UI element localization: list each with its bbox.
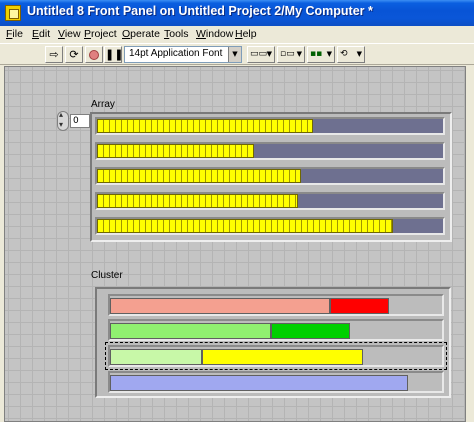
array-container[interactable] <box>90 112 452 242</box>
pause-button[interactable]: ❚❚ <box>104 46 124 63</box>
chevron-down-icon: ▼ <box>356 50 362 58</box>
cluster-label: Cluster <box>91 270 123 281</box>
distribute-icon: ▫▭ <box>280 49 295 59</box>
menu-project[interactable]: Project <box>84 28 117 40</box>
resize-icon: ▪▪ <box>310 49 323 59</box>
menu-file[interactable]: File <box>6 28 23 40</box>
chevron-down-icon: ▼ <box>228 47 241 62</box>
front-panel[interactable]: Array 0 Cluster <box>4 66 466 422</box>
run-continuously-button[interactable]: ⟳ <box>65 46 83 63</box>
array-label: Array <box>91 99 115 110</box>
slide-fill <box>97 169 301 183</box>
cluster-slide[interactable] <box>108 319 444 341</box>
reorder-button[interactable]: ⟲ ▼ <box>337 46 365 63</box>
align-icon: ▭▭ <box>250 49 268 59</box>
menu-help[interactable]: Help <box>235 28 257 40</box>
cluster-container[interactable] <box>95 287 451 398</box>
window-title: Untitled 8 Front Panel on Untitled Proje… <box>27 4 373 18</box>
slide-segment <box>110 375 408 391</box>
array-index-value[interactable]: 0 <box>70 114 90 128</box>
index-increment-decrement[interactable] <box>57 110 69 131</box>
array-slide[interactable] <box>95 167 445 185</box>
run-arrow-icon: ⇨ <box>49 48 59 61</box>
array-slide[interactable] <box>95 217 445 235</box>
align-objects-button[interactable]: ▭▭ ▼ <box>247 46 275 63</box>
slide-fill <box>97 119 313 133</box>
slide-segment <box>330 298 389 314</box>
menu-operate[interactable]: Operate <box>122 28 160 40</box>
font-select[interactable]: 14pt Application Font ▼ <box>124 46 242 63</box>
array-index-control[interactable]: 0 <box>57 110 91 131</box>
pause-icon: ❚❚ <box>105 48 124 61</box>
slide-fill <box>97 144 254 158</box>
distribute-objects-button[interactable]: ▫▭ ▼ <box>277 46 305 63</box>
array-slide[interactable] <box>95 117 445 135</box>
title-bar[interactable]: Untitled 8 Front Panel on Untitled Proje… <box>0 0 474 26</box>
menu-bar: File Edit View Project Operate Tools Win… <box>0 26 474 43</box>
slide-segment <box>202 349 363 365</box>
font-select-value: 14pt Application Font <box>129 48 223 59</box>
cluster-slide[interactable] <box>108 294 444 316</box>
reorder-icon: ⟲ <box>340 49 348 59</box>
menu-tools[interactable]: Tools <box>164 28 189 40</box>
chevron-down-icon: ▼ <box>266 50 272 58</box>
slide-fill <box>97 219 393 233</box>
menu-view[interactable]: View <box>58 28 81 40</box>
run-continuously-icon: ⟳ <box>69 48 79 61</box>
toolbar: ⇨ ⟳ ❚❚ 14pt Application Font ▼ ▭▭ ▼ ▫▭ ▼ ▪… <box>0 43 474 65</box>
labview-vi-icon[interactable] <box>5 5 21 21</box>
slide-segment <box>271 323 350 339</box>
slide-segment <box>110 298 330 314</box>
chevron-down-icon: ▼ <box>326 50 332 58</box>
abort-button[interactable] <box>85 46 103 63</box>
array-slide[interactable] <box>95 142 445 160</box>
slide-fill <box>97 194 298 208</box>
labview-front-panel-window: Untitled 8 Front Panel on Untitled Proje… <box>0 0 474 422</box>
run-button[interactable]: ⇨ <box>45 46 63 63</box>
menu-window[interactable]: Window <box>196 28 233 40</box>
resize-objects-button[interactable]: ▪▪ ▼ <box>307 46 335 63</box>
abort-icon <box>89 50 99 60</box>
slide-segment <box>110 349 202 365</box>
slide-segment <box>110 323 271 339</box>
cluster-slide[interactable] <box>108 345 444 367</box>
menu-edit[interactable]: Edit <box>32 28 50 40</box>
chevron-down-icon: ▼ <box>296 50 302 58</box>
cluster-slide[interactable] <box>108 371 444 393</box>
array-slide[interactable] <box>95 192 445 210</box>
